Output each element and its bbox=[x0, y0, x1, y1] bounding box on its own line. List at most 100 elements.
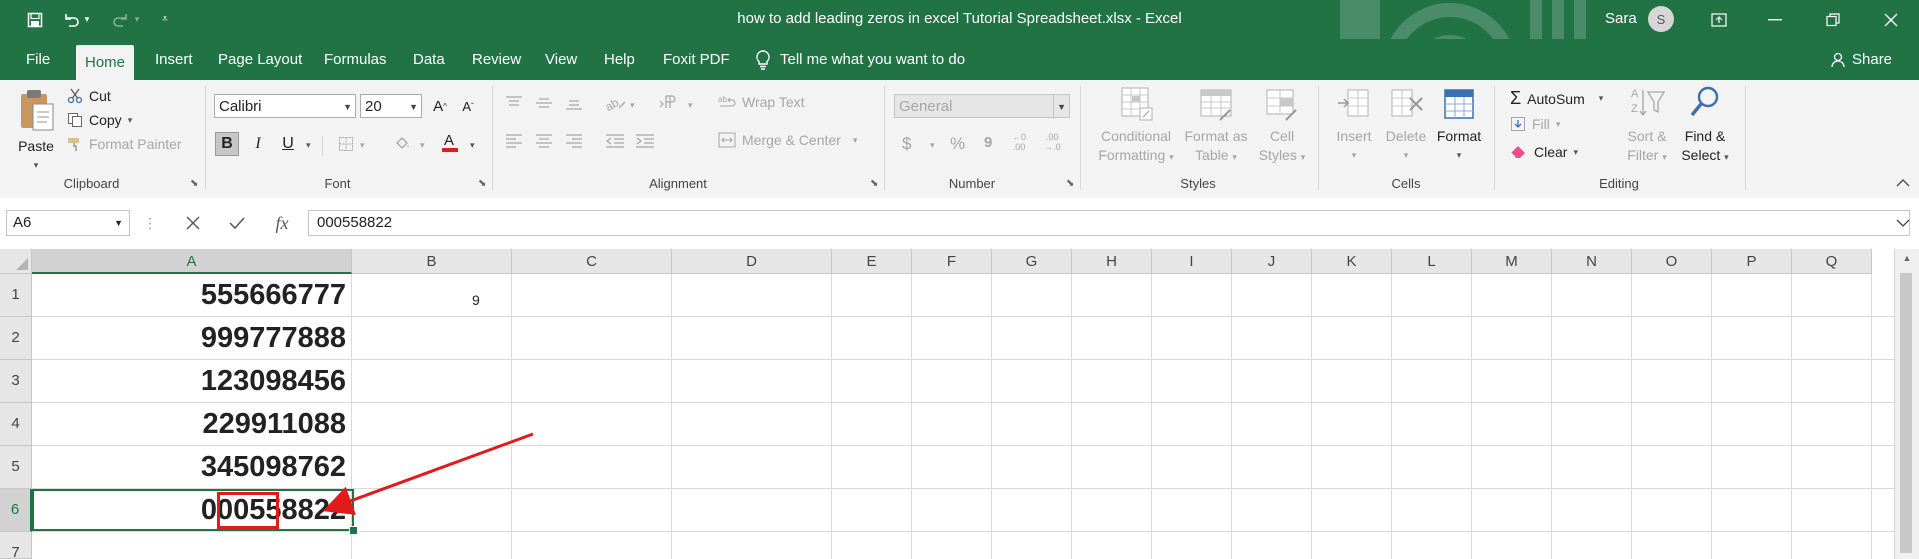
italic-button[interactable]: I bbox=[246, 132, 270, 156]
expand-formula-bar-icon[interactable] bbox=[1896, 216, 1910, 230]
top-align-icon[interactable] bbox=[505, 96, 523, 110]
row-header-6[interactable]: 6 bbox=[0, 489, 32, 532]
name-box[interactable]: A6 ▼ bbox=[6, 210, 130, 236]
confirm-entry-icon[interactable] bbox=[222, 210, 252, 236]
format-painter-button[interactable]: Format Painter bbox=[67, 136, 182, 152]
tab-help[interactable]: Help bbox=[595, 39, 644, 80]
column-header-a[interactable]: A bbox=[32, 249, 352, 274]
column-header-m[interactable]: M bbox=[1472, 249, 1552, 274]
tell-me-search[interactable]: Tell me what you want to do bbox=[756, 39, 965, 80]
decrease-indent-icon[interactable] bbox=[605, 134, 625, 148]
column-header-o[interactable]: O bbox=[1632, 249, 1712, 274]
vertical-scrollbar[interactable]: ▲ bbox=[1894, 249, 1919, 559]
minimize-icon[interactable] bbox=[1752, 0, 1798, 39]
autosum-button[interactable]: Σ AutoSum ▾ bbox=[1510, 88, 1603, 109]
row-header-7[interactable]: 7 bbox=[0, 532, 32, 559]
merge-center-button[interactable]: Merge & Center ▾ bbox=[718, 132, 857, 148]
tab-insert[interactable]: Insert bbox=[146, 39, 202, 80]
align-center-icon[interactable] bbox=[535, 134, 553, 148]
insert-cells-button[interactable]: Insert ▾ bbox=[1326, 86, 1382, 165]
row-header-1[interactable]: 1 bbox=[0, 274, 32, 317]
tab-formulas[interactable]: Formulas bbox=[315, 39, 396, 80]
tab-home[interactable]: Home bbox=[76, 45, 135, 80]
font-name-combo[interactable]: Calibri ▼ bbox=[214, 94, 356, 118]
clear-button[interactable]: Clear ▾ bbox=[1510, 144, 1578, 160]
increase-indent-icon[interactable] bbox=[635, 134, 655, 148]
insert-function-icon[interactable]: fx bbox=[266, 210, 298, 236]
copy-dropdown-icon[interactable]: ▾ bbox=[128, 115, 133, 126]
select-all-corner[interactable] bbox=[0, 249, 32, 274]
formula-input[interactable]: 000558822 bbox=[308, 210, 1910, 236]
text-direction-dropdown-icon[interactable]: ▾ bbox=[688, 100, 693, 111]
increase-decimal-icon[interactable]: ←0.00 bbox=[1012, 132, 1026, 152]
restore-icon[interactable] bbox=[1810, 0, 1856, 39]
column-header-i[interactable]: I bbox=[1152, 249, 1232, 274]
row-header-3[interactable]: 3 bbox=[0, 360, 32, 403]
user-name[interactable]: Sara bbox=[1605, 10, 1637, 27]
column-header-c[interactable]: C bbox=[512, 249, 672, 274]
row-header-4[interactable]: 4 bbox=[0, 403, 32, 446]
font-launcher-icon[interactable]: ⬊ bbox=[478, 178, 486, 189]
text-direction-icon[interactable] bbox=[658, 94, 678, 112]
ribbon-display-icon[interactable] bbox=[1696, 0, 1742, 39]
cut-button[interactable]: Cut bbox=[67, 88, 111, 104]
underline-button[interactable]: U bbox=[276, 132, 300, 156]
paste-dropdown-icon[interactable]: ▾ bbox=[14, 156, 58, 175]
format-cells-button[interactable]: Format ▾ bbox=[1430, 86, 1488, 165]
autosum-dropdown-icon[interactable]: ▾ bbox=[1599, 93, 1604, 104]
clipboard-launcher-icon[interactable]: ⬊ bbox=[190, 178, 198, 189]
column-header-h[interactable]: H bbox=[1072, 249, 1152, 274]
close-icon[interactable] bbox=[1868, 0, 1914, 39]
avatar[interactable]: S bbox=[1648, 6, 1674, 32]
decrease-decimal-icon[interactable]: .00 →.0 bbox=[1044, 132, 1061, 152]
column-header-n[interactable]: N bbox=[1552, 249, 1632, 274]
column-header-f[interactable]: F bbox=[912, 249, 992, 274]
align-right-icon[interactable] bbox=[565, 134, 583, 148]
delete-cells-button[interactable]: Delete ▾ bbox=[1378, 86, 1434, 165]
tab-review[interactable]: Review bbox=[463, 39, 530, 80]
fill-dropdown-icon[interactable]: ▾ bbox=[1556, 119, 1561, 130]
bottom-align-icon[interactable] bbox=[565, 96, 583, 110]
fill-color-icon[interactable] bbox=[390, 132, 414, 156]
wrap-text-button[interactable]: ab Wrap Text bbox=[718, 94, 805, 110]
format-as-table-button[interactable]: Format as Table ▾ bbox=[1176, 86, 1256, 167]
conditional-formatting-button[interactable]: Conditional Formatting ▾ bbox=[1088, 86, 1184, 167]
currency-dropdown-icon[interactable]: ▾ bbox=[930, 140, 935, 151]
column-header-g[interactable]: G bbox=[992, 249, 1072, 274]
font-size-combo[interactable]: 20 ▼ bbox=[360, 94, 422, 118]
sort-filter-button[interactable]: AZ Sort & Filter ▾ bbox=[1620, 84, 1674, 167]
column-header-e[interactable]: E bbox=[832, 249, 912, 274]
borders-dropdown-icon[interactable]: ▾ bbox=[360, 140, 365, 151]
tab-data[interactable]: Data bbox=[404, 39, 454, 80]
number-format-combo[interactable]: General ▼ bbox=[894, 94, 1070, 119]
column-header-p[interactable]: P bbox=[1712, 249, 1792, 274]
tab-page-layout[interactable]: Page Layout bbox=[209, 39, 311, 80]
worksheet-grid[interactable]: 555666777 999777888 123098456 229911088 … bbox=[32, 274, 1894, 559]
paste-button[interactable]: Paste ▾ bbox=[14, 88, 58, 175]
bold-button[interactable]: B bbox=[215, 132, 239, 156]
scrollbar-thumb[interactable] bbox=[1900, 273, 1912, 553]
font-color-dropdown-icon[interactable]: ▾ bbox=[470, 140, 475, 151]
cancel-entry-icon[interactable] bbox=[178, 210, 208, 236]
column-header-k[interactable]: K bbox=[1312, 249, 1392, 274]
font-color-icon[interactable]: A bbox=[438, 130, 462, 154]
column-header-d[interactable]: D bbox=[672, 249, 832, 274]
cell-styles-button[interactable]: Cell Styles ▾ bbox=[1254, 86, 1310, 167]
tab-foxit-pdf[interactable]: Foxit PDF bbox=[654, 39, 739, 80]
orientation-icon[interactable]: ab bbox=[605, 94, 627, 112]
merge-dropdown-icon[interactable]: ▾ bbox=[853, 135, 858, 146]
column-header-b[interactable]: B bbox=[352, 249, 512, 274]
row-header-5[interactable]: 5 bbox=[0, 446, 32, 489]
percent-icon[interactable]: % bbox=[950, 134, 965, 154]
middle-align-icon[interactable] bbox=[535, 96, 553, 110]
copy-button[interactable]: Copy ▾ bbox=[67, 112, 132, 128]
number-launcher-icon[interactable]: ⬊ bbox=[1066, 178, 1074, 189]
fill-color-dropdown-icon[interactable]: ▾ bbox=[420, 140, 425, 151]
column-header-j[interactable]: J bbox=[1232, 249, 1312, 274]
column-header-q[interactable]: Q bbox=[1792, 249, 1872, 274]
align-left-icon[interactable] bbox=[505, 134, 523, 148]
comma-style-icon[interactable]: 9 bbox=[984, 134, 992, 151]
row-header-2[interactable]: 2 bbox=[0, 317, 32, 360]
find-select-button[interactable]: Find & Select ▾ bbox=[1676, 84, 1734, 167]
scroll-up-icon[interactable]: ▲ bbox=[1900, 253, 1914, 267]
